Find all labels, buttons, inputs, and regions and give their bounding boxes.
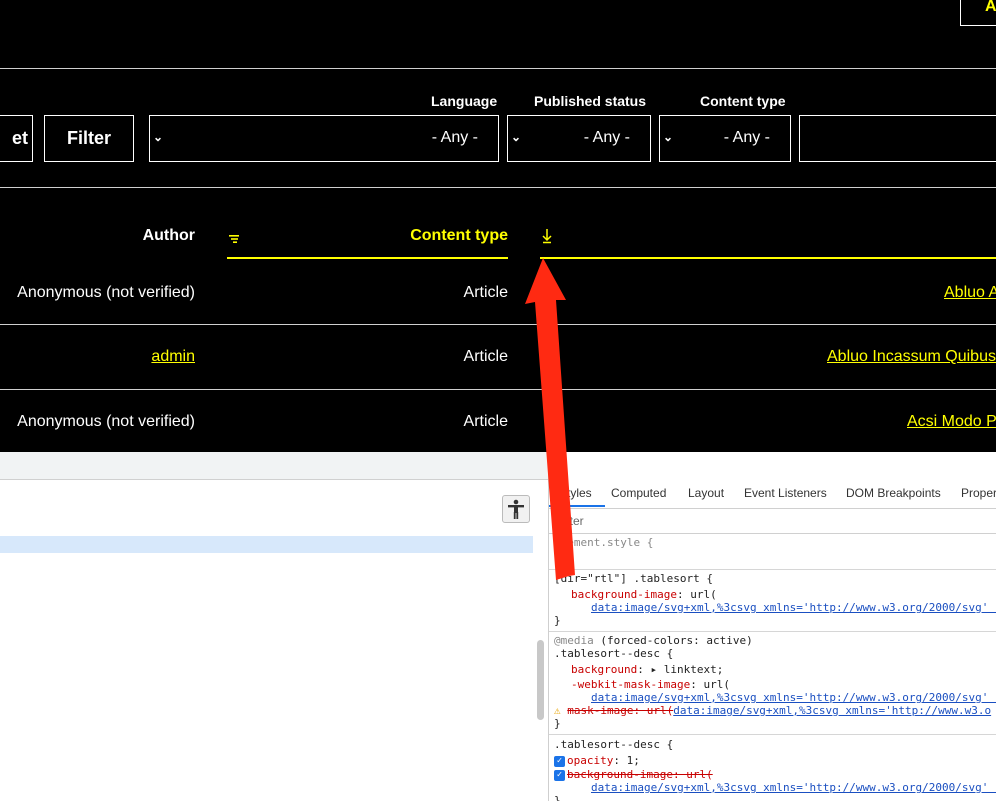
- tab-event-listeners[interactable]: Event Listeners: [744, 486, 827, 500]
- published-status-label: Published status: [534, 93, 647, 109]
- rule-separator: [549, 631, 996, 632]
- row-content-type: Article: [463, 284, 508, 301]
- scrollbar-thumb[interactable]: [537, 640, 544, 720]
- css-declaration-invalid[interactable]: ⚠ mask-image: url(data:image/svg+xml,%3c…: [554, 704, 991, 717]
- css-declaration-overridden[interactable]: ✓ background-image: url(: [554, 768, 713, 781]
- filter-placeholder: Filter: [557, 514, 584, 528]
- sort-icon[interactable]: [229, 231, 241, 243]
- author-column-header[interactable]: Author: [143, 227, 195, 245]
- divider-filters: [0, 187, 996, 188]
- checkbox-icon[interactable]: ✓: [554, 755, 565, 767]
- accessibility-icon: [508, 499, 524, 519]
- css-declaration[interactable]: ✓ opacity: 1;: [554, 754, 640, 767]
- divider-top: [0, 68, 996, 69]
- tablesort-desc-selector[interactable]: .tablesort--desc {: [554, 738, 673, 751]
- row-title-link[interactable]: Abluo Incassum Quibus: [827, 348, 996, 366]
- next-filter-input[interactable]: [799, 115, 996, 162]
- language-label: Language: [431, 93, 498, 109]
- chevron-down-icon: ⌄: [663, 130, 674, 144]
- reset-button[interactable]: et: [0, 115, 33, 162]
- devtools-panel: Styles Computed Layout Event Listeners D…: [0, 452, 996, 801]
- element-style-selector: element.style {: [554, 536, 654, 549]
- top-action-label: A: [985, 0, 996, 15]
- checkbox-icon[interactable]: ✓: [554, 769, 565, 781]
- tab-dom-breakpoints[interactable]: DOM Breakpoints: [846, 486, 941, 500]
- row-content-type: Article: [463, 413, 508, 430]
- rule-separator: [549, 569, 996, 570]
- row-content-type: Article: [463, 348, 508, 365]
- published-status-select[interactable]: ⌄ - Any -: [507, 115, 651, 162]
- tab-layout[interactable]: Layout: [688, 486, 724, 500]
- tab-styles[interactable]: Styles: [559, 486, 592, 500]
- language-select[interactable]: ⌄ - Any -: [149, 115, 499, 162]
- table-row: admin Article Abluo Incassum Quibus: [0, 325, 996, 389]
- chevron-down-icon: ⌄: [153, 130, 164, 144]
- rule-close: }: [554, 552, 561, 565]
- selected-dom-node[interactable]: [0, 536, 533, 553]
- active-tab-indicator: [549, 505, 605, 507]
- language-select-value: - Any -: [431, 129, 478, 146]
- chevron-down-icon: ⌄: [511, 130, 522, 144]
- styles-filter-input[interactable]: Filter: [549, 509, 996, 534]
- table-row: Anonymous (not verified) Article Acsi Mo…: [0, 390, 996, 452]
- rule-close: }: [554, 794, 561, 801]
- tab-properties[interactable]: Proper: [961, 486, 996, 500]
- content-type-label: Content type: [700, 93, 786, 109]
- rule-separator: [549, 734, 996, 735]
- css-url-link[interactable]: data:image/svg+xml,%3csvg xmlns='http://…: [591, 781, 996, 794]
- css-url-link[interactable]: data:image/svg+xml,%3csvg xmlns='http://…: [591, 691, 996, 704]
- admin-content-page: A Language Published status Content type…: [0, 0, 996, 452]
- row-author-link[interactable]: admin: [151, 348, 195, 366]
- filter-button[interactable]: Filter: [44, 115, 134, 162]
- accessibility-button[interactable]: [502, 495, 530, 523]
- row-title-link[interactable]: Abluo A: [944, 284, 996, 302]
- styles-pane: Styles Computed Layout Event Listeners D…: [548, 452, 996, 801]
- rtl-tablesort-selector[interactable]: [dir="rtl"] .tablesort {: [554, 572, 713, 585]
- warning-icon: ⚠: [554, 704, 561, 717]
- content-type-column-header[interactable]: Content type: [410, 227, 508, 245]
- table-row: Anonymous (not verified) Article Abluo A: [0, 260, 996, 324]
- row-author: Anonymous (not verified): [17, 413, 195, 430]
- active-sort-underline: [227, 257, 508, 259]
- css-declaration[interactable]: background-image: url(: [571, 588, 717, 601]
- title-header-underline: [540, 257, 996, 259]
- row-author: Anonymous (not verified): [17, 284, 195, 301]
- rule-close: }: [554, 717, 561, 730]
- row-title-link[interactable]: Acsi Modo P: [907, 413, 996, 431]
- tablesort-desc-selector[interactable]: .tablesort--desc {: [554, 647, 673, 660]
- rule-close: }: [554, 614, 561, 627]
- media-query: @media (forced-colors: active): [554, 634, 753, 647]
- elements-panel: [0, 480, 548, 801]
- css-url-link[interactable]: data:image/svg+xml,%3csvg xmlns='http://…: [591, 601, 996, 614]
- published-status-select-value: - Any -: [583, 129, 630, 146]
- top-action-button[interactable]: A: [960, 0, 996, 26]
- css-declaration[interactable]: -webkit-mask-image: url(: [571, 678, 730, 691]
- tab-computed[interactable]: Computed: [611, 486, 666, 500]
- css-declaration[interactable]: background: ▸ linktext;: [571, 663, 723, 676]
- sort-descending-icon[interactable]: [541, 228, 553, 244]
- content-type-select-value: - Any -: [723, 129, 770, 146]
- content-type-select[interactable]: ⌄ - Any -: [659, 115, 791, 162]
